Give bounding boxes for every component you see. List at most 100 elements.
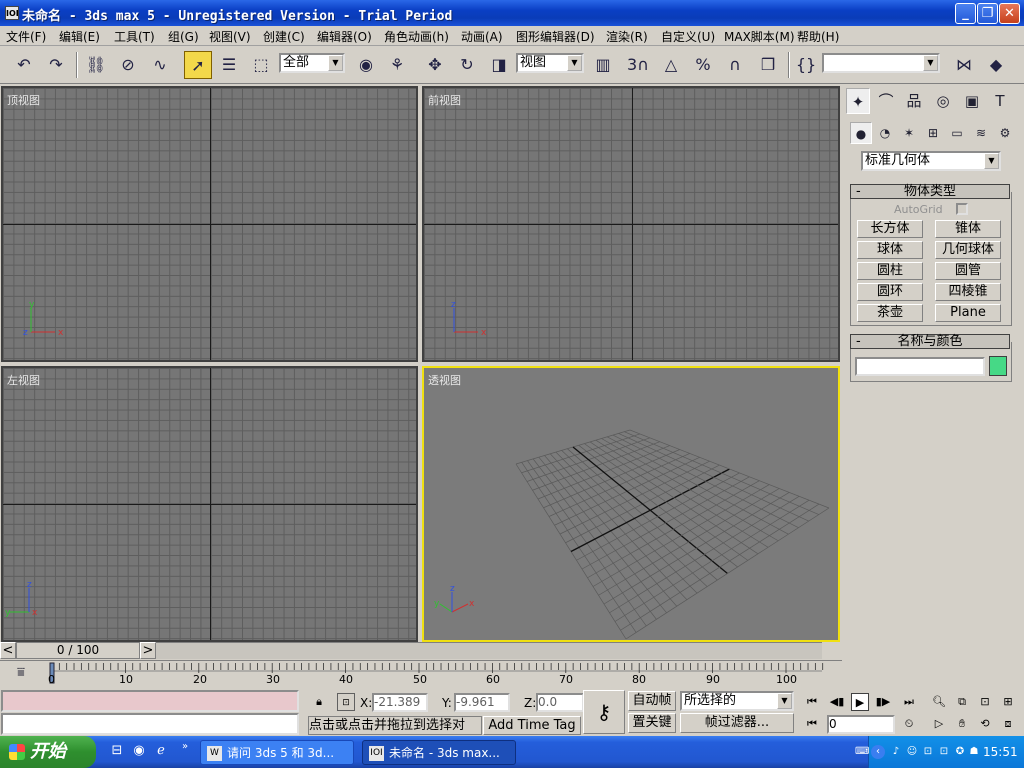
object-type-rollout-header[interactable]: - 物体类型	[850, 184, 1010, 199]
shapes-icon[interactable]: ◔	[874, 122, 896, 144]
network-icon-2[interactable]: ⊡	[937, 745, 951, 759]
select-by-name-icon[interactable]: ☰	[215, 51, 243, 79]
maxscript-input-mini[interactable]	[1, 713, 299, 735]
motion-tab-icon[interactable]: ◎	[931, 88, 955, 114]
track-bar[interactable]: ⩸ 0 10 20 30 40 50 60 70 80 90 100	[0, 660, 842, 688]
previous-frame-icon[interactable]: ◀▮	[828, 693, 846, 711]
rectangular-selection-icon[interactable]: ⬚	[247, 51, 275, 79]
geosphere-button[interactable]: 几何球体	[935, 241, 1001, 259]
select-and-manipulate-icon[interactable]: ⚘	[383, 51, 411, 79]
go-to-end-icon[interactable]: ⏭	[900, 693, 918, 711]
object-category-dropdown[interactable]: 标准几何体 ▼	[861, 151, 1001, 171]
tube-button[interactable]: 圆管	[935, 262, 1001, 280]
show-desktop-icon[interactable]: ⊟	[110, 744, 124, 758]
pan-icon[interactable]: ✋︎	[953, 715, 971, 733]
pyramid-button[interactable]: 四棱锥	[935, 283, 1001, 301]
maximize-viewport-icon[interactable]: ⧈	[999, 715, 1017, 733]
menu-view[interactable]: 视图(V)	[209, 28, 251, 45]
y-coord-input[interactable]: -9.961	[454, 693, 510, 712]
rotate-icon[interactable]: ↻	[453, 51, 481, 79]
space-warps-icon[interactable]: ≋	[970, 122, 992, 144]
modify-tab-icon[interactable]: ⌒	[874, 88, 898, 114]
selection-filter-dropdown[interactable]: 全部 ▼	[279, 53, 345, 73]
percent-snap-icon[interactable]: %	[689, 51, 717, 79]
taskbar-item-browser[interactable]: W 请问 3ds 5 和 3d...	[200, 740, 354, 765]
close-button[interactable]: ✕	[999, 3, 1020, 24]
arc-rotate-icon[interactable]: ⟲	[976, 715, 994, 733]
cameras-icon[interactable]: ⊞	[922, 122, 944, 144]
object-color-swatch[interactable]	[989, 356, 1007, 376]
tray-expand-icon[interactable]: ‹	[871, 745, 885, 759]
zoom-all-icon[interactable]: ⧉	[953, 693, 971, 711]
cone-button[interactable]: 锥体	[935, 220, 1001, 238]
start-button[interactable]: 开始	[0, 736, 96, 768]
title-bar[interactable]: IOI 未命名 - 3ds max 5 - Unregistered Versi…	[0, 0, 1024, 26]
time-slider-track[interactable]	[140, 642, 822, 659]
geometry-icon[interactable]: ●	[850, 122, 872, 144]
viewport-left-label[interactable]: 左视图	[7, 372, 40, 388]
utilities-tab-icon[interactable]: T	[988, 88, 1012, 114]
move-icon[interactable]: ✥	[421, 51, 449, 79]
viewport-top-label[interactable]: 顶视图	[7, 92, 40, 108]
qq-icon[interactable]: ☺	[905, 745, 919, 759]
absolute-mode-icon[interactable]: ⊡	[337, 693, 355, 711]
quick-launch-more[interactable]: »	[178, 740, 192, 754]
lights-icon[interactable]: ✶	[898, 122, 920, 144]
maximize-button[interactable]: ❐	[977, 3, 998, 24]
viewport-left[interactable]: 左视图 y z x	[1, 366, 418, 642]
minimize-button[interactable]: _	[955, 3, 976, 24]
maxscript-listener-mini[interactable]	[1, 690, 299, 712]
key-mode-dropdown[interactable]: 所选择的 ▼	[680, 691, 794, 711]
menu-customize[interactable]: 自定义(U)	[661, 28, 715, 45]
menu-animation[interactable]: 动画(A)	[461, 28, 503, 45]
go-to-start-icon[interactable]: ⏮	[803, 693, 821, 711]
spinner-snap-icon[interactable]: ∩	[721, 51, 749, 79]
app-icon[interactable]: IOI	[5, 6, 19, 20]
security-icon[interactable]: ✪	[953, 745, 967, 759]
mirror-icon[interactable]: ⋈	[950, 51, 978, 79]
cylinder-button[interactable]: 圆柱	[857, 262, 923, 280]
auto-key-button[interactable]: 自动帧	[628, 691, 676, 711]
undo-icon[interactable]: ↶	[10, 51, 38, 79]
viewport-front-label[interactable]: 前视图	[428, 92, 461, 108]
viewport-front[interactable]: 前视图 x z	[422, 86, 840, 362]
named-selection-dropdown[interactable]: ▼	[822, 53, 940, 73]
viewport-top[interactable]: 顶视图 x y z	[1, 86, 418, 362]
taskbar-item-3dsmax[interactable]: IOI 未命名 - 3ds max...	[362, 740, 516, 765]
torus-button[interactable]: 圆环	[857, 283, 923, 301]
volume-icon[interactable]: ♪	[889, 745, 903, 759]
keyboard-icon[interactable]: ⌨	[855, 745, 869, 759]
menu-edit[interactable]: 编辑(E)	[59, 28, 100, 45]
zoom-extents-icon[interactable]: ⊡	[976, 693, 994, 711]
redo-icon[interactable]: ↷	[42, 51, 70, 79]
zoom-extents-all-icon[interactable]: ⊞	[999, 693, 1017, 711]
named-selection-sets-icon[interactable]: {}	[792, 51, 820, 79]
x-coord-input[interactable]: -21.389	[372, 693, 428, 712]
clock[interactable]: 15:51	[983, 745, 1018, 759]
add-time-tag-button[interactable]: Add Time Tag	[483, 716, 581, 735]
teapot-button[interactable]: 茶壶	[857, 304, 923, 322]
internet-explorer-icon[interactable]: ℯ	[154, 744, 168, 758]
reference-coordinate-dropdown[interactable]: 视图 ▼	[516, 53, 584, 73]
menu-modifiers[interactable]: 编辑器(O)	[317, 28, 372, 45]
object-name-input[interactable]	[855, 357, 985, 376]
sphere-button[interactable]: 球体	[857, 241, 923, 259]
z-coord-input[interactable]: 0.0	[536, 693, 584, 712]
menu-file[interactable]: 文件(F)	[6, 28, 46, 45]
play-icon[interactable]: ▶	[851, 693, 869, 711]
menu-maxscript[interactable]: MAX脚本(M)	[724, 28, 795, 45]
zoom-icon[interactable]: 🔍︎	[930, 693, 948, 711]
menu-character[interactable]: 角色动画(h)	[384, 28, 449, 45]
key-filters-button[interactable]: 帧过滤器...	[680, 713, 794, 733]
hierarchy-tab-icon[interactable]: 品	[902, 88, 926, 114]
pivot-center-icon[interactable]: ▥	[589, 51, 617, 79]
unlink-icon[interactable]: ⊘	[114, 51, 142, 79]
viewport-perspective[interactable]: 透视图 x y z	[422, 366, 840, 642]
menu-create[interactable]: 创建(C)	[263, 28, 305, 45]
systems-icon[interactable]: ⚙	[994, 122, 1016, 144]
lock-selection-icon[interactable]: 🔒︎	[310, 693, 328, 711]
scale-icon[interactable]: ◨	[485, 51, 513, 79]
current-frame-input[interactable]: 0	[827, 715, 895, 734]
set-key-button[interactable]: 置关键	[628, 713, 676, 733]
menu-group[interactable]: 组(G)	[168, 28, 199, 45]
